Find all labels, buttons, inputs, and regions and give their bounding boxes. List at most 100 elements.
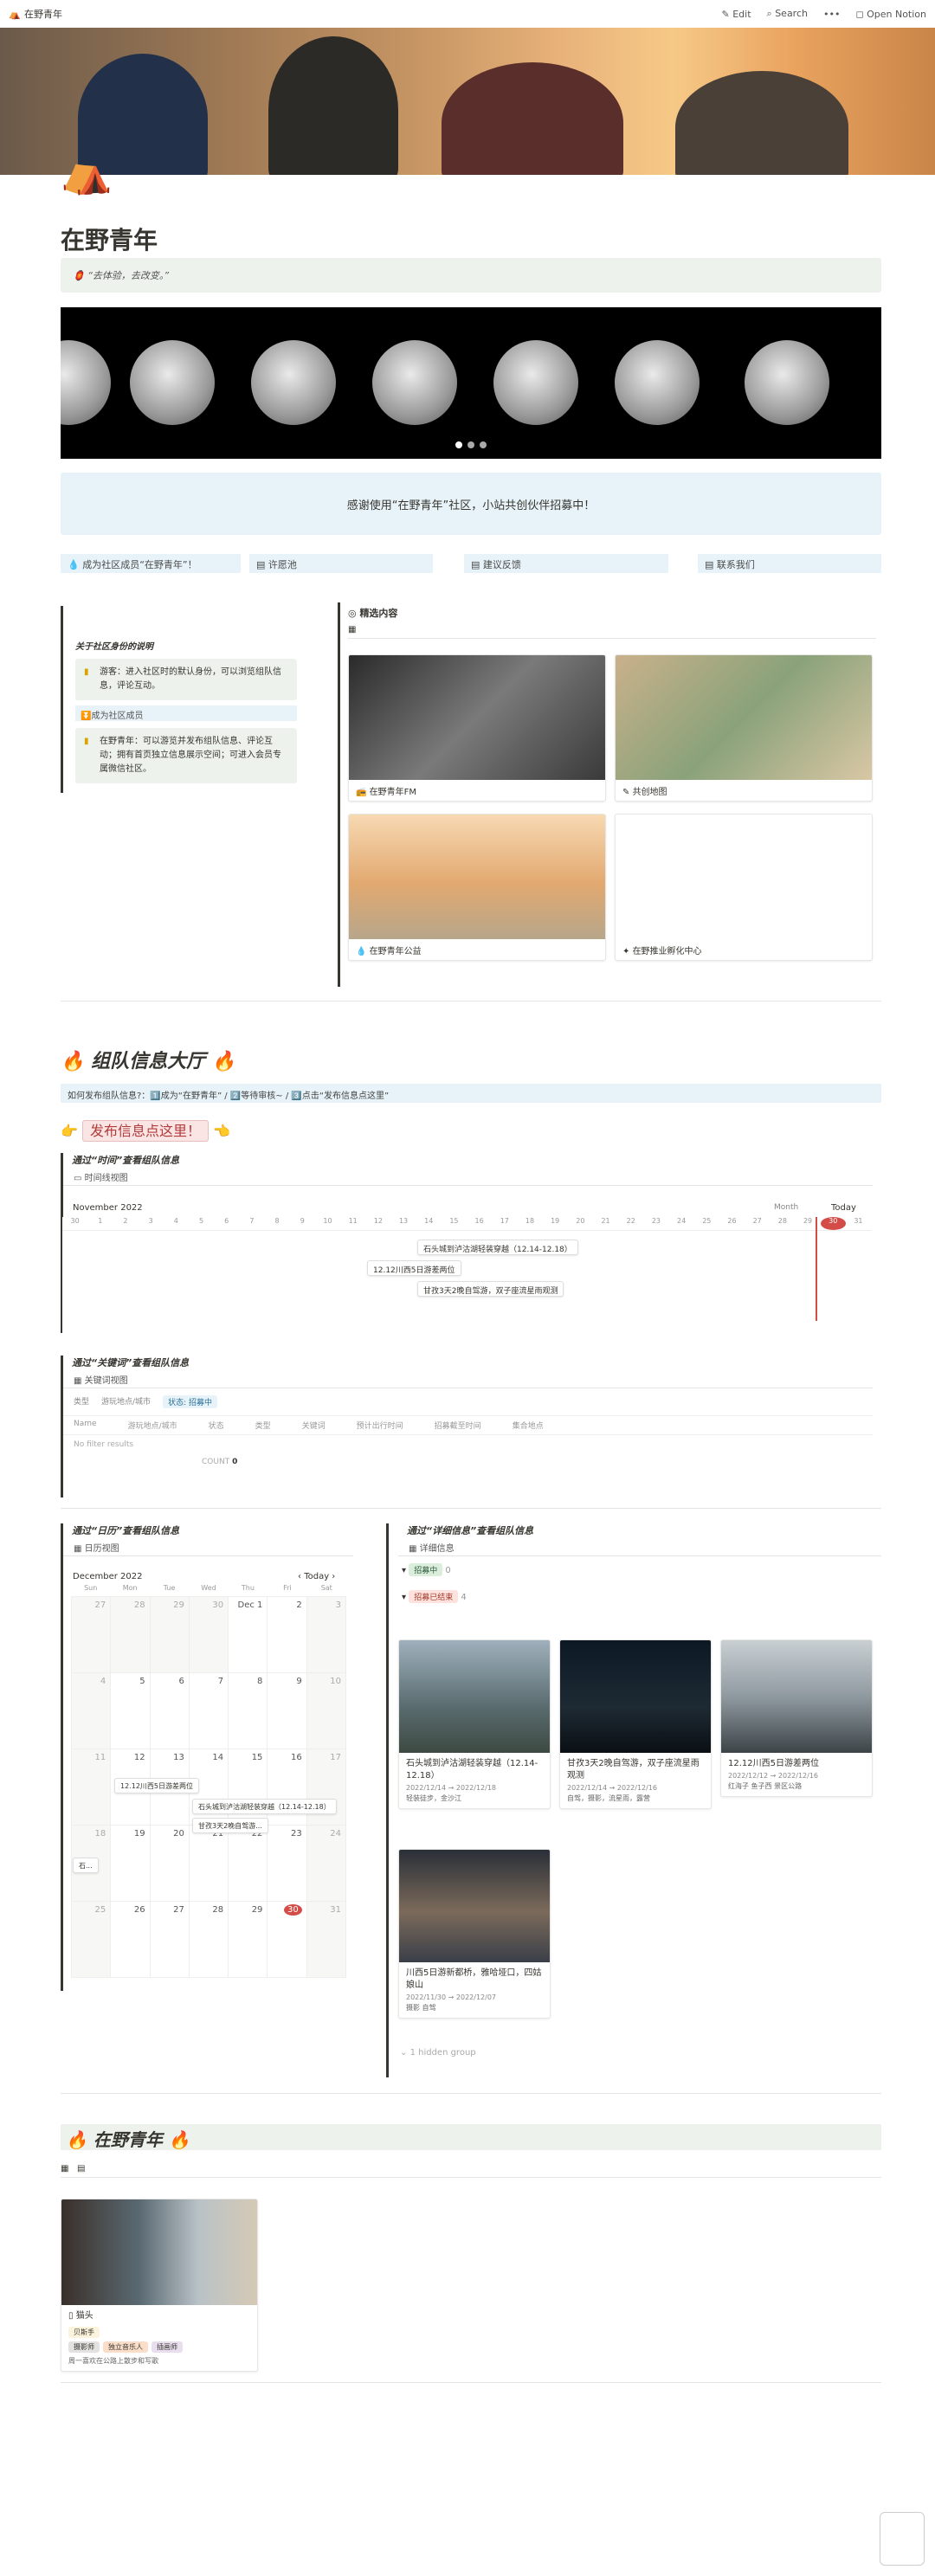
calendar-event[interactable]: 12.12川西5日游差两位 [114, 1778, 199, 1794]
nav-join[interactable]: 💧 成为社区成员“在野青年”！ [61, 554, 241, 573]
trip-card[interactable]: 石头城到泸沽湖轻装穿越（12.14-12.18） 2022/12/14 → 20… [398, 1639, 551, 1809]
moon-image [615, 340, 700, 425]
filter-city[interactable]: 游玩地点/城市 [101, 1395, 151, 1408]
calendar-day[interactable]: 6 [150, 1673, 190, 1749]
calendar-day[interactable]: 22 [229, 1826, 268, 1902]
calendar-day[interactable]: 21 [189, 1826, 229, 1902]
calendar-day[interactable]: 5 [111, 1673, 151, 1749]
featured-card[interactable]: 📻 在野青年FM [348, 654, 606, 802]
featured-card-label: ✦ 在野推业孵化中心 [622, 947, 702, 956]
calendar-day[interactable]: 30 [268, 1902, 307, 1978]
featured-card[interactable]: ✎ 共创地图 [615, 654, 873, 802]
nav-wishing-well[interactable]: ▤ 许愿池 [249, 554, 433, 573]
timeline-day: 4 [173, 1217, 178, 1225]
calendar-day[interactable]: 29 [150, 1597, 190, 1673]
trip-card-date: 2022/12/12 → 2022/12/16 [728, 1772, 819, 1780]
tab-calendar[interactable]: ▦ 日历视图 [63, 1537, 353, 1556]
timeline-bar[interactable]: 12.12川西5日游差两位 [367, 1260, 461, 1276]
timeline-bar[interactable]: 石头城到泸沽湖轻装穿越（12.14-12.18） [417, 1240, 578, 1255]
featured-card-image [349, 815, 605, 939]
members-view-tabs[interactable]: ▦ ▤ [61, 2164, 881, 2178]
member-role: 贝斯手 [68, 2327, 100, 2338]
timeline-month: November 2022 [73, 1203, 143, 1213]
featured-card[interactable]: 💧 在野青年公益 [348, 814, 606, 961]
calendar-event[interactable]: 甘孜3天2晚自驾游... [192, 1818, 268, 1833]
moon-image [130, 340, 215, 425]
edit-button[interactable]: ✎ Edit [721, 9, 751, 20]
publish-link[interactable]: 👉 发布信息点这里！ 👈 [61, 1119, 230, 1142]
calendar-day[interactable]: 10 [306, 1673, 346, 1749]
tab-keyword[interactable]: ▦ 关键词视图 [63, 1369, 873, 1388]
calendar-day[interactable]: 25 [72, 1902, 112, 1978]
tab-timeline[interactable]: ▭ 时间线视图 [63, 1167, 873, 1186]
calendar-day[interactable]: 29 [229, 1902, 268, 1978]
calendar-event[interactable]: 石头城到泸沽湖轻装穿越（12.14-12.18） [192, 1799, 337, 1814]
calendar-day[interactable]: 20 [150, 1826, 190, 1902]
help-widget[interactable] [880, 2512, 925, 2566]
cover-image [0, 28, 935, 175]
calendar-day[interactable]: 28 [111, 1597, 151, 1673]
calendar-day[interactable]: 23 [268, 1826, 307, 1902]
calendar-day[interactable]: Dec 1 [229, 1597, 268, 1673]
calendar-month: December 2022 [73, 1572, 143, 1581]
timeline-day: 28 [777, 1217, 787, 1225]
carousel-dots[interactable] [455, 441, 487, 448]
gallery-view-icon[interactable]: ▦ [348, 625, 876, 639]
group-recruiting[interactable]: ▾ 招募中 0 [398, 1556, 881, 1583]
open-notion-button[interactable]: ◻ Open Notion [855, 9, 926, 20]
featured-card[interactable]: ✦ 在野推业孵化中心 [615, 814, 873, 961]
timeline-day: 21 [601, 1217, 610, 1225]
timeline-day: 22 [626, 1217, 635, 1225]
nav-contact[interactable]: ▤ 联系我们 [698, 554, 881, 573]
trip-card-title: 12.12川西5日游差两位 [728, 1759, 819, 1768]
calendar-day[interactable]: 27 [72, 1597, 112, 1673]
moon-image [493, 340, 578, 425]
calendar-day[interactable]: 28 [189, 1902, 229, 1978]
page-breadcrumb[interactable]: 在野青年 [24, 7, 62, 21]
trip-card-title: 甘孜3天2晚自驾游，双子座流星雨观测 [567, 1759, 700, 1781]
calendar-day[interactable]: 11 [72, 1749, 112, 1826]
calendar-day[interactable]: 3 [306, 1597, 346, 1673]
timeline-bar[interactable]: 甘孜3天2晚自驾游，双子座流星雨观测 [417, 1281, 564, 1297]
more-button[interactable]: ••• [823, 9, 840, 20]
timeline-scale[interactable]: Month [774, 1203, 798, 1212]
tab-details[interactable]: ▦ 详细信息 [398, 1537, 881, 1556]
calendar-day[interactable]: 31 [306, 1902, 346, 1978]
filter-status[interactable]: 状态: 招募中 [163, 1395, 217, 1408]
hidden-group-toggle[interactable]: ⌄ 1 hidden group [400, 2048, 476, 2058]
calendar-day[interactable]: 19 [111, 1826, 151, 1902]
trip-card[interactable]: 甘孜3天2晚自驾游，双子座流星雨观测 2022/12/14 → 2022/12/… [559, 1639, 712, 1809]
empty-state: No filter results [74, 1440, 134, 1449]
calendar-today[interactable]: ‹ Today › [298, 1572, 335, 1581]
calendar-day[interactable]: 4 [72, 1673, 112, 1749]
timeline-day: 5 [198, 1217, 204, 1225]
calendar-day[interactable]: 30 [189, 1597, 229, 1673]
filter-type[interactable]: 类型 [74, 1395, 89, 1408]
nav-feedback[interactable]: ▤ 建议反馈 [464, 554, 668, 573]
gallery-block: 通过“详细信息”查看组队信息 ▦ 详细信息 ▾ 招募中 0 ▾ 招募已结束 4 [398, 1523, 881, 1610]
timeline-day: 9 [300, 1217, 305, 1225]
calendar-day[interactable]: 27 [150, 1902, 190, 1978]
search-button[interactable]: ⌕ Search [767, 8, 808, 20]
trip-card[interactable]: 12.12川西5日游差两位 2022/12/12 → 2022/12/16 红海… [720, 1639, 873, 1797]
timeline-day: 25 [702, 1217, 712, 1225]
lightbulb-icon: ▮ [84, 737, 89, 746]
calendar-day[interactable]: 9 [268, 1673, 307, 1749]
group-ended[interactable]: ▾ 招募已结束 4 [398, 1583, 881, 1610]
moon-phase-banner [61, 307, 881, 459]
calendar-event[interactable]: 石... [73, 1858, 99, 1873]
calendar-day[interactable]: 2 [268, 1597, 307, 1673]
trip-card-date: 2022/11/30 → 2022/12/07 [406, 1993, 497, 2001]
timeline-day: 20 [576, 1217, 585, 1225]
calendar-day[interactable]: 26 [111, 1902, 151, 1978]
member-callout: ▮ 在野青年：可以游览并发布组队信息、评论互动；拥有首页独立信息展示空间；可进入会… [75, 728, 297, 783]
trip-card[interactable]: 川西5日游新都桥，雅哈垭口，四姑娘山 2022/11/30 → 2022/12/… [398, 1849, 551, 2019]
timeline-today[interactable]: Today [831, 1203, 856, 1213]
calendar-day[interactable]: 7 [189, 1673, 229, 1749]
calendar-grid: Sun Mon Tue Wed Thu Fri Sat 27 28 29 30 Dec 123456… [71, 1584, 346, 1978]
calendar-day[interactable]: 24 [306, 1826, 346, 1902]
member-tag: 摄影师 [68, 2341, 100, 2353]
join-link[interactable]: ⏬成为社区成员 [75, 705, 297, 721]
member-card[interactable]: ▯ 猫头 贝斯手 摄影师 独立音乐人 插画师 周一喜欢在公路上散步和写歌 [61, 2199, 258, 2372]
calendar-day[interactable]: 8 [229, 1673, 268, 1749]
